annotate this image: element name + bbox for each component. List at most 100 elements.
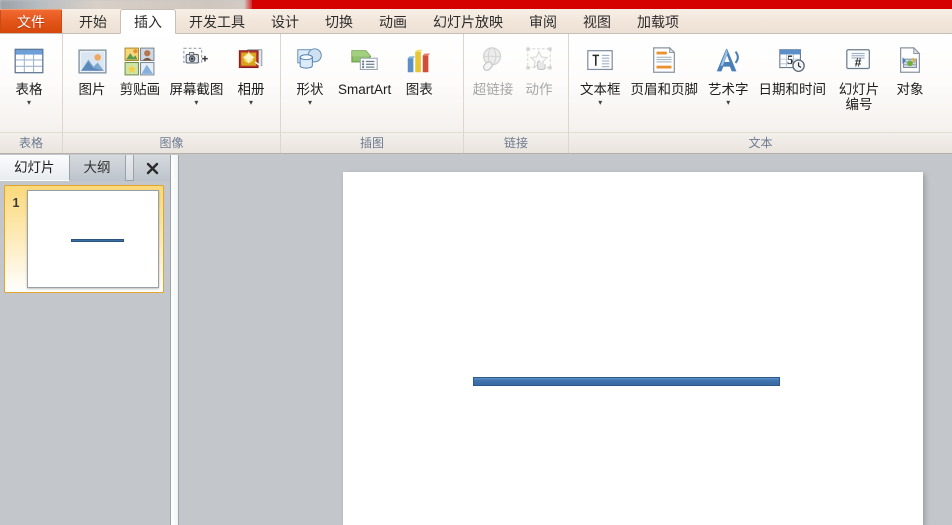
chevron-down-icon[interactable]: ▾ bbox=[726, 98, 730, 107]
photoalbum-icon bbox=[238, 49, 262, 69]
shapes-icon-wrap bbox=[294, 40, 326, 82]
headerfooter-button[interactable]: 页眉和页脚 bbox=[626, 38, 704, 97]
chevron-down-icon[interactable]: ▾ bbox=[27, 98, 31, 107]
shapes-button[interactable]: 形状 ▾ bbox=[287, 38, 333, 107]
hyperlink-icon bbox=[483, 47, 502, 71]
textbox-icon bbox=[587, 50, 614, 71]
ribbon-tab-file[interactable]: 文件 bbox=[0, 9, 62, 34]
chart-icon-wrap bbox=[403, 40, 435, 82]
ribbon-tab-home[interactable]: 开始 bbox=[66, 11, 120, 34]
ribbon-group-label-illustrations: 插图 bbox=[281, 132, 463, 153]
chevron-down-icon[interactable]: ▾ bbox=[308, 98, 312, 107]
ribbon-group-tables: 表格 ▾ 表格 bbox=[0, 34, 63, 153]
ribbon-group-illustrations: 形状 ▾ SmartArt 图表插图 bbox=[281, 34, 464, 153]
chart-button[interactable]: 图表 bbox=[396, 38, 442, 97]
ribbon-tab-slideshow[interactable]: 幻灯片放映 bbox=[420, 11, 516, 34]
picture-icon bbox=[77, 48, 107, 74]
ribbon-group-links: 超链接 动作链接 bbox=[464, 34, 569, 153]
hyperlink-icon-wrap bbox=[477, 40, 509, 82]
object-label: 对象 bbox=[896, 82, 924, 97]
ribbon-group-label-images: 图像 bbox=[63, 132, 280, 153]
screenshot-icon-wrap bbox=[180, 40, 213, 82]
shapes-label: 形状 bbox=[296, 82, 324, 97]
slide-thumbnail-pane: 幻灯片 大纲 1 bbox=[0, 155, 171, 525]
pane-tab-slides[interactable]: 幻灯片 bbox=[0, 155, 70, 181]
ribbon-tab-anim[interactable]: 动画 bbox=[366, 11, 420, 34]
hyperlink-button: 超链接 bbox=[470, 38, 516, 97]
ribbon-group-text: 文本框 ▾ 页眉和页脚 艺术字 ▾ 5 日期和时间 # 幻灯片编号 对象 文本 bbox=[569, 34, 952, 153]
action-icon bbox=[526, 47, 552, 70]
chevron-down-icon[interactable]: ▾ bbox=[249, 98, 253, 107]
ribbon-tab-trans[interactable]: 切换 bbox=[312, 11, 366, 34]
textbox-icon-wrap bbox=[584, 40, 616, 82]
table-icon-wrap bbox=[12, 40, 46, 82]
action-label: 动作 bbox=[525, 82, 553, 97]
slidenumber-icon-wrap: # bbox=[844, 40, 874, 82]
ribbon-group-label-text: 文本 bbox=[569, 132, 952, 153]
picture-icon-wrap bbox=[76, 40, 109, 82]
screenshot-button[interactable]: 屏幕截图 ▾ bbox=[165, 38, 228, 107]
thumbnail-line-shape bbox=[70, 239, 125, 242]
ribbon-group-label-tables: 表格 bbox=[0, 132, 62, 153]
ribbon-tab-dev[interactable]: 开发工具 bbox=[176, 11, 258, 34]
photoalbum-icon-wrap bbox=[235, 40, 268, 82]
slide-canvas[interactable] bbox=[343, 172, 923, 525]
wordart-button[interactable]: 艺术字 ▾ bbox=[703, 38, 754, 107]
picture-button[interactable]: 图片 bbox=[69, 38, 115, 97]
chart-label: 图表 bbox=[405, 82, 433, 97]
chevron-down-icon[interactable]: ▾ bbox=[194, 98, 198, 107]
headerfooter-label: 页眉和页脚 bbox=[630, 82, 699, 97]
object-button[interactable]: 对象 bbox=[887, 38, 933, 97]
datetime-label: 日期和时间 bbox=[758, 82, 827, 97]
slidenumber-label: 幻灯片编号 bbox=[838, 82, 880, 112]
slide-thumbnail-1[interactable]: 1 bbox=[4, 185, 164, 293]
horizontal-line-shape[interactable] bbox=[473, 377, 780, 386]
ribbon-groups: 表格 ▾ 表格 图片 剪贴画 屏幕截图 ▾ 相册 ▾ 图像 形状 ▾ Smart… bbox=[0, 34, 952, 153]
textbox-label: 文本框 bbox=[580, 82, 621, 97]
slidenumber-button[interactable]: # 幻灯片编号 bbox=[831, 38, 887, 112]
ribbon-tab-view[interactable]: 视图 bbox=[570, 11, 624, 34]
window-accent-bar bbox=[244, 0, 952, 9]
datetime-icon-wrap: 5 bbox=[777, 40, 807, 82]
slidenumber-icon: # bbox=[846, 49, 870, 70]
slide-thumbnail-image bbox=[27, 190, 159, 288]
datetime-icon: 5 bbox=[779, 49, 806, 72]
clipart-icon bbox=[124, 47, 155, 75]
smartart-icon-wrap bbox=[348, 40, 382, 82]
photoalbum-label: 相册 bbox=[237, 82, 265, 97]
table-button[interactable]: 表格 ▾ bbox=[6, 38, 52, 107]
textbox-button[interactable]: 文本框 ▾ bbox=[575, 38, 626, 107]
slide-pane-tabs: 幻灯片 大纲 bbox=[0, 155, 171, 181]
smartart-button[interactable]: SmartArt bbox=[333, 38, 396, 97]
ribbon-group-body-tables: 表格 ▾ bbox=[0, 34, 62, 132]
photoalbum-button[interactable]: 相册 ▾ bbox=[228, 38, 274, 107]
object-icon bbox=[900, 46, 921, 73]
pane-splitter[interactable] bbox=[171, 155, 179, 525]
slide-editing-area bbox=[180, 155, 952, 525]
ribbon-tab-addins[interactable]: 加载项 bbox=[624, 11, 692, 34]
powerpoint-window: 文件 开始 插入 开发工具 设计 切换 动画 幻灯片放映 审阅 视图 加载项 表格 ▾ 表格 图片 bbox=[0, 0, 952, 525]
datetime-button[interactable]: 5 日期和时间 bbox=[754, 38, 832, 97]
headerfooter-icon bbox=[653, 46, 676, 73]
picture-label: 图片 bbox=[78, 82, 106, 97]
ribbon-tab-design[interactable]: 设计 bbox=[258, 11, 312, 34]
headerfooter-icon-wrap bbox=[649, 40, 679, 82]
clipart-button[interactable]: 剪贴画 bbox=[115, 38, 165, 97]
ribbon: 表格 ▾ 表格 图片 剪贴画 屏幕截图 ▾ 相册 ▾ 图像 形状 ▾ Smart… bbox=[0, 34, 952, 154]
ribbon-group-images: 图片 剪贴画 屏幕截图 ▾ 相册 ▾ 图像 bbox=[63, 34, 281, 153]
chart-icon bbox=[408, 49, 431, 73]
action-button: 动作 bbox=[516, 38, 562, 97]
table-icon bbox=[14, 48, 44, 74]
ribbon-group-body-images: 图片 剪贴画 屏幕截图 ▾ 相册 ▾ bbox=[63, 34, 280, 132]
chevron-down-icon[interactable]: ▾ bbox=[598, 98, 602, 107]
screenshot-icon bbox=[183, 47, 208, 64]
ribbon-tab-insert[interactable]: 插入 bbox=[120, 9, 176, 34]
svg-text:5: 5 bbox=[787, 53, 793, 67]
pane-tab-outline[interactable]: 大纲 bbox=[69, 155, 126, 181]
clipart-label: 剪贴画 bbox=[119, 82, 161, 97]
ribbon-tab-review[interactable]: 审阅 bbox=[516, 11, 570, 34]
smartart-icon bbox=[351, 50, 378, 70]
ribbon-group-body-text: 文本框 ▾ 页眉和页脚 艺术字 ▾ 5 日期和时间 # 幻灯片编号 对象 bbox=[569, 34, 952, 132]
close-pane-button[interactable] bbox=[133, 155, 171, 181]
ribbon-group-label-links: 链接 bbox=[464, 132, 568, 153]
